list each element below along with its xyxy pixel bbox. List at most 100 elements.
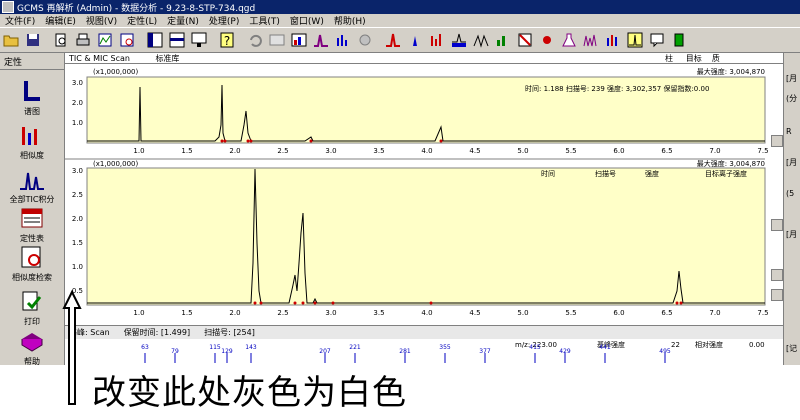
- panel-item-integrate[interactable]: 全部TIC积分: [0, 167, 64, 205]
- record-icon: [543, 36, 551, 44]
- gear-icon: [359, 34, 371, 46]
- top-max-label: 最大强度: 3,004,870: [697, 67, 765, 76]
- bar-chart-icon: [497, 36, 505, 46]
- chromatogram-svg: (x1,000,000) 最大强度: 3,004,870 时间: 1.188 扫…: [65, 67, 769, 317]
- menu-file[interactable]: 文件(F): [0, 14, 40, 27]
- save-button[interactable]: [23, 30, 43, 50]
- panel-item-help[interactable]: 帮助: [0, 329, 64, 367]
- bottom-x-tick-label: 7.0: [709, 309, 720, 317]
- peak-area-icon: [408, 36, 422, 46]
- ms-peak-label: 221: [349, 344, 361, 351]
- ms-peak-label: 281: [399, 348, 411, 355]
- mass-spectrum-svg: m/z: 223.00 基峰强度 22 相对强度 0.00 6379115129…: [141, 340, 765, 363]
- print-button[interactable]: [73, 30, 93, 50]
- chart-zoom-button[interactable]: [117, 30, 137, 50]
- retention-time: 保留时间: [1.499]: [123, 328, 191, 337]
- tool-m-button[interactable]: [537, 30, 557, 50]
- top-y-ticks: 3.0 2.0 1.0: [72, 79, 83, 127]
- menu-process[interactable]: 处理(P): [204, 14, 244, 27]
- tool-r-button[interactable]: [647, 30, 667, 50]
- menu-view[interactable]: 视图(V): [81, 14, 122, 27]
- menu-window[interactable]: 窗口(W): [285, 14, 329, 27]
- tool-f-button[interactable]: [383, 30, 403, 50]
- scroll-mid-button[interactable]: [771, 219, 783, 231]
- menu-quantitative[interactable]: 定量(N): [162, 14, 204, 27]
- top-x-tick-label: 2.5: [277, 147, 288, 155]
- help-button[interactable]: ?: [217, 30, 237, 50]
- tool-n-button[interactable]: [559, 30, 579, 50]
- peak-purple-icon: [314, 34, 328, 47]
- layout-split-icon: [147, 32, 163, 48]
- spectrum-icon: [24, 81, 40, 101]
- bottom-x-tick-label: 2.5: [277, 309, 288, 317]
- layout-b-button[interactable]: [167, 30, 187, 50]
- tool-l-button[interactable]: [515, 30, 535, 50]
- delete-peak-icon: [518, 33, 532, 47]
- ms-peak-label: 63: [141, 344, 149, 351]
- ms-peak-label: 441: [599, 344, 611, 351]
- annotation-text: 改变此处灰色为白色: [92, 373, 407, 413]
- top-x-tick-label: 6.5: [661, 147, 672, 155]
- peak-table-icon: [452, 33, 466, 47]
- scroll-down-button[interactable]: [771, 269, 783, 281]
- disk-icon: [27, 34, 39, 46]
- menu-tools[interactable]: 工具(T): [244, 14, 285, 27]
- base-value: 22: [671, 341, 680, 349]
- top-x-tick-label: 6.0: [613, 147, 624, 155]
- bottom-plot-bg: [86, 167, 766, 306]
- panel-item-print[interactable]: 打印: [0, 289, 64, 327]
- panel-item-table[interactable]: 定性表: [0, 206, 64, 244]
- folder-icon: [3, 35, 19, 47]
- tool-o-button[interactable]: [581, 30, 601, 50]
- tool-d-button[interactable]: [333, 30, 353, 50]
- tool-k-button[interactable]: [493, 30, 513, 50]
- panel-item-search[interactable]: 相似度检索: [0, 245, 64, 283]
- tool-s-button[interactable]: [669, 30, 689, 50]
- layout-a-button[interactable]: [145, 30, 165, 50]
- scroll-end-button[interactable]: [771, 289, 783, 301]
- bottom-y-tick-label: 1.0: [72, 263, 83, 271]
- bottom-x-ticks: 1.0 1.5 2.0 2.5 3.0 3.5 4.0 4.5 5.0 5.5 6.0 6.5 7.0 7…: [133, 309, 768, 317]
- menu-edit[interactable]: 编辑(E): [40, 14, 81, 27]
- bottom-x-tick-label: 3.5: [373, 309, 384, 317]
- ms-peak-label: 143: [245, 344, 257, 351]
- tool-e-button[interactable]: [355, 30, 375, 50]
- ms-peak-label: 377: [479, 348, 491, 355]
- top-x-tick-label: 7.0: [709, 147, 720, 155]
- bottom-x-tick-label: 5.0: [517, 309, 528, 317]
- tool-h-button[interactable]: [427, 30, 447, 50]
- green-bar-icon: [674, 33, 684, 47]
- top-x-tick-label: 4.5: [469, 147, 480, 155]
- print-preview-button[interactable]: [51, 30, 71, 50]
- tool-p-button[interactable]: [603, 30, 623, 50]
- panel-item-spectrum[interactable]: 谱图: [0, 79, 64, 117]
- scroll-up-button[interactable]: [771, 135, 783, 147]
- left-assistant-panel: 定性 谱图 相似度 全部TIC积分 定性表 相似度检索 打印 帮助: [0, 53, 65, 367]
- flask-icon: [562, 33, 576, 47]
- tool-j-button[interactable]: [471, 30, 491, 50]
- tool-g-button[interactable]: [405, 30, 425, 50]
- tool-b-button[interactable]: [289, 30, 309, 50]
- ms-peak-label: 495: [659, 348, 671, 355]
- bars-red-icon: [431, 34, 441, 46]
- top-x-tick-label: 2.0: [229, 147, 240, 155]
- copy-chart-icon: [98, 33, 112, 47]
- bottom-x-tick-label: 2.0: [229, 309, 240, 317]
- bottom-x-tick-label: 7.5: [757, 309, 768, 317]
- question-icon: ?: [220, 32, 234, 48]
- ms-peak-label: 429: [559, 348, 571, 355]
- menu-qualitative[interactable]: 定性(L): [122, 14, 162, 27]
- open-button[interactable]: [1, 30, 21, 50]
- peak-yellow-icon: [627, 32, 643, 48]
- undo-button[interactable]: [245, 30, 265, 50]
- tool-q-button[interactable]: [625, 30, 645, 50]
- layout-c-button[interactable]: [189, 30, 209, 50]
- tool-i-button[interactable]: [449, 30, 469, 50]
- up-arrow-icon: [62, 290, 82, 405]
- ms-peak-label: 207: [319, 348, 331, 355]
- panel-item-similarity[interactable]: 相似度: [0, 123, 64, 161]
- tool-c-button[interactable]: [311, 30, 331, 50]
- copy-chart-button[interactable]: [95, 30, 115, 50]
- menu-help[interactable]: 帮助(H): [329, 14, 371, 27]
- tool-a-button[interactable]: [267, 30, 287, 50]
